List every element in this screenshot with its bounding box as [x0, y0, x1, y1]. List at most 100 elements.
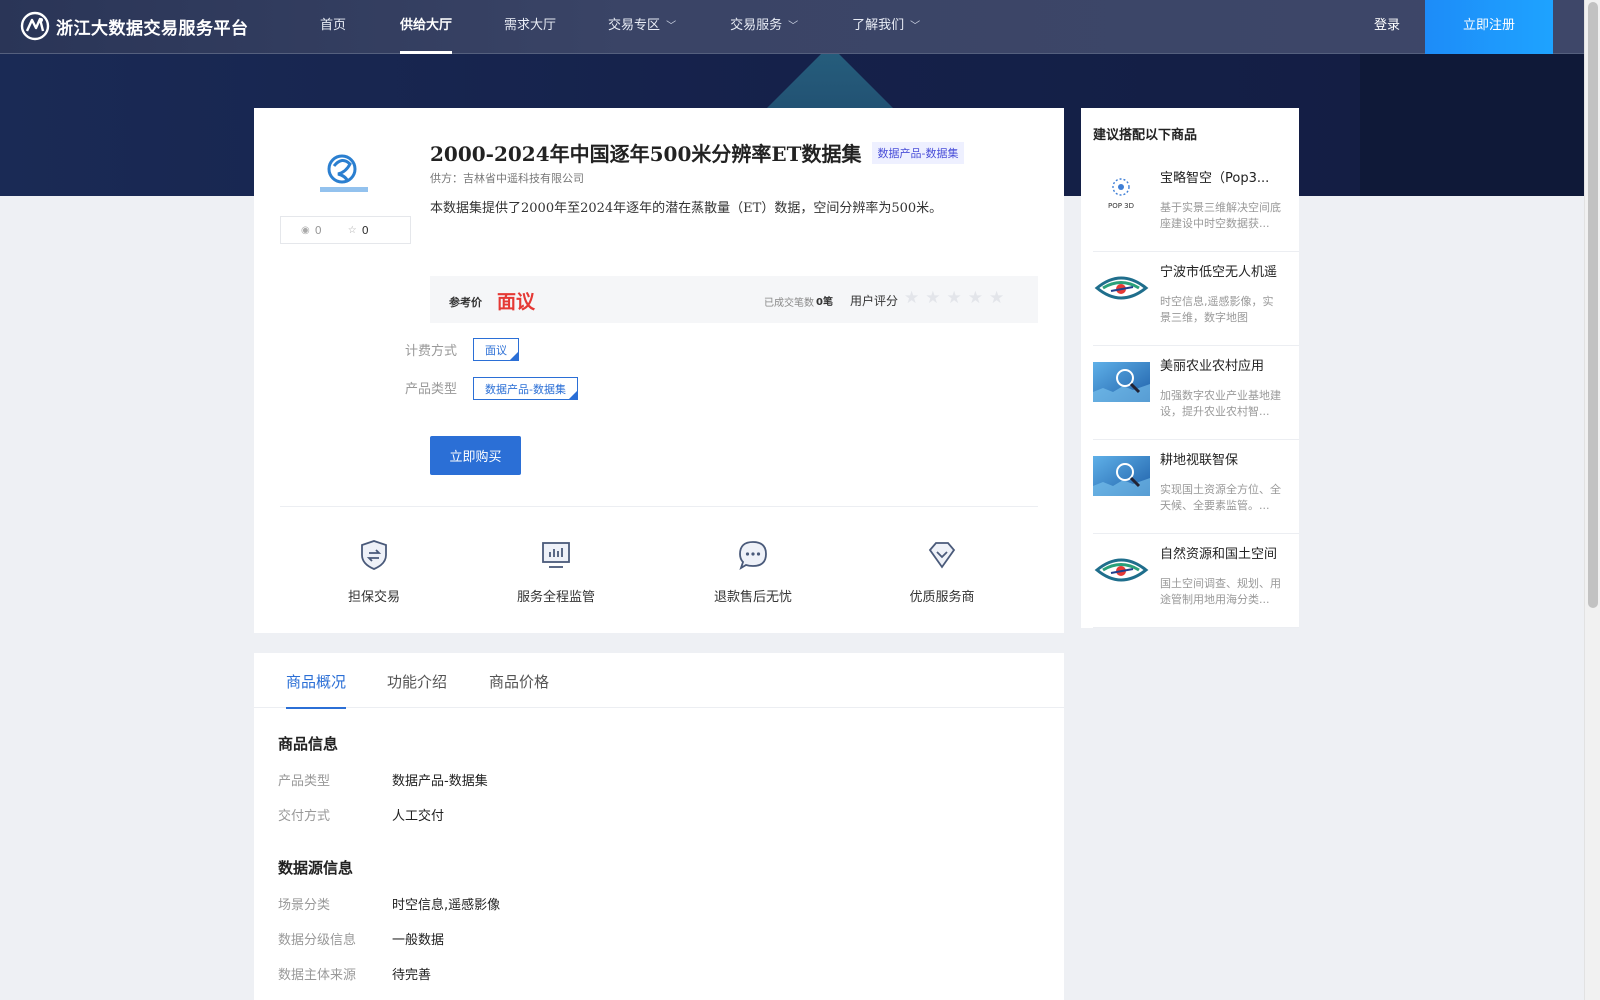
- monitor-chart-icon: [542, 542, 570, 568]
- recommend-item[interactable]: 宁波市低空无人机遥 时空信息,遥感影像，实景三维，数字地图: [1093, 252, 1299, 346]
- feature-guaranteed-trade: 担保交易: [314, 538, 434, 605]
- feature-label: 服务全程监管: [516, 590, 595, 605]
- recommend-item-desc: 时空信息,遥感影像，实景三维，数字地图: [1160, 295, 1274, 324]
- nav-trade-zone[interactable]: 交易专区 ﹀: [608, 0, 676, 54]
- info-value: 待完善: [392, 968, 432, 983]
- recommend-item-desc: 国土空间调查、规划、用途管制用地用海分类...: [1160, 577, 1281, 606]
- product-card: ◉ 0 ☆ 0 2000-2024年中国逐年500米分辨率ET数据集 数据产品-数据…: [254, 108, 1064, 633]
- site-name: 浙江大数据交易服务平台: [56, 18, 249, 39]
- nav-demand-hall-label: 需求大厅: [504, 18, 557, 33]
- scrollbar-thumb[interactable]: [1588, 2, 1598, 608]
- feature-label: 担保交易: [347, 590, 400, 605]
- logo-mark-icon: [20, 11, 50, 41]
- info-key: 交付方式: [278, 809, 331, 824]
- divider: [280, 506, 1038, 507]
- info-value: 数据产品-数据集: [392, 774, 488, 789]
- recommend-item-desc: 实现国土资源全方位、全天候、全要素监管。...: [1160, 483, 1281, 512]
- feature-refund-worry-free: 退款售后无忧: [693, 538, 813, 605]
- feature-full-supervision: 服务全程监管: [496, 538, 616, 605]
- nav-supply-hall-label: 供给大厅: [400, 18, 453, 33]
- views-value: 0: [314, 223, 322, 237]
- nav-demand-hall[interactable]: 需求大厅: [504, 0, 556, 54]
- deals-value: 0笔: [816, 297, 833, 308]
- type-label: 产品类型: [405, 382, 458, 397]
- recommend-item-name: 美丽农业农村应用: [1160, 359, 1265, 374]
- billing-option[interactable]: 面议: [473, 338, 519, 361]
- deals-label: 已成交笔数: [764, 298, 814, 309]
- page-scrollbar[interactable]: [1584, 0, 1600, 1000]
- recommend-item-name: 宁波市低空无人机遥: [1160, 265, 1278, 280]
- recommend-item-name: 耕地视联智保: [1160, 453, 1239, 468]
- pop3d-logo-icon: POP 3D: [1093, 174, 1150, 214]
- nav-supply-hall[interactable]: 供给大厅: [400, 0, 453, 54]
- magnifier-image-icon: [1093, 362, 1150, 402]
- favorites-count[interactable]: ☆ 0: [348, 224, 369, 237]
- favorites-value: 0: [361, 223, 369, 237]
- feature-quality-provider: 优质服务商: [882, 538, 1002, 605]
- rating-label: 用户评分: [850, 294, 899, 308]
- tab-pricing[interactable]: 商品价格: [489, 671, 549, 708]
- chevron-down-icon: ﹀: [788, 21, 799, 32]
- category-badge: 数据产品-数据集: [871, 141, 965, 164]
- recommend-item[interactable]: 耕地视联智保 实现国土资源全方位、全天候、全要素监管。...: [1093, 440, 1299, 534]
- nav-home-label: 首页: [320, 18, 347, 33]
- tab-features[interactable]: 功能介绍: [387, 671, 447, 708]
- detail-tabs: 商品概况 功能介绍 商品价格: [254, 653, 1064, 709]
- tab-overview[interactable]: 商品概况: [286, 671, 347, 709]
- product-detail-card: 商品概况 功能介绍 商品价格 商品信息 产品类型 数据产品-数据集 交付方式 人…: [254, 653, 1064, 1000]
- eye-logo-icon: [1093, 550, 1150, 590]
- chevron-down-icon: ﹀: [910, 21, 921, 32]
- feature-label: 优质服务商: [909, 590, 975, 605]
- top-nav-bar: 浙江大数据交易服务平台 首页 供给大厅 需求大厅 交易专区 ﹀ 交易服务 ﹀ 了解我…: [0, 0, 1584, 54]
- recommend-panel: 建议搭配以下商品 POP 3D 宝略智空（Pop3... 基于实景三维解决空间底…: [1081, 108, 1299, 628]
- product-title: 2000-2024年中国逐年500米分辨率ET数据集: [430, 142, 862, 166]
- chevron-down-icon: ﹀: [666, 21, 677, 32]
- eye-logo-icon: [1093, 268, 1150, 308]
- recommend-item-desc: 基于实景三维解决空间底座建设中时空数据获...: [1160, 201, 1281, 230]
- info-key: 数据分级信息: [278, 933, 357, 948]
- nav-trade-service-label: 交易服务: [730, 18, 783, 33]
- diamond-icon: [928, 542, 956, 569]
- star-outline-icon: ☆: [347, 224, 357, 236]
- section-title: 数据源信息: [278, 859, 354, 877]
- price-label: 参考价: [449, 296, 482, 309]
- billing-label: 计费方式: [405, 344, 458, 359]
- register-button[interactable]: 立即注册: [1425, 0, 1553, 54]
- magnifier-image-icon: [1093, 456, 1150, 496]
- feature-label: 退款售后无忧: [713, 590, 792, 605]
- site-logo[interactable]: 浙江大数据交易服务平台: [20, 11, 249, 41]
- info-value: 人工交付: [392, 809, 445, 824]
- main-nav: 首页 供给大厅 需求大厅 交易专区 ﹀ 交易服务 ﹀ 了解我们 ﹀: [320, 0, 920, 54]
- price-panel: 参考价 面议 已成交笔数 0笔 用户评分 ★★★★★: [430, 276, 1038, 323]
- info-key: 场景分类: [278, 898, 331, 913]
- nav-trade-zone-label: 交易专区: [608, 18, 661, 33]
- chat-bubble-icon: [739, 541, 767, 571]
- info-value: 一般数据: [392, 933, 445, 948]
- nav-home[interactable]: 首页: [320, 0, 346, 54]
- product-stats: ◉ 0 ☆ 0: [280, 216, 411, 244]
- info-value: 时空信息,遥感影像: [392, 898, 501, 913]
- nav-about-us-label: 了解我们: [852, 18, 905, 33]
- recommend-title: 建议搭配以下商品: [1093, 128, 1198, 143]
- pop3d-logo-text: POP 3D: [1108, 202, 1134, 210]
- supplier-name[interactable]: 供方：吉林省中遥科技有限公司: [430, 170, 584, 186]
- nav-trade-service[interactable]: 交易服务 ﹀: [730, 0, 798, 54]
- recommend-item[interactable]: POP 3D 宝略智空（Pop3... 基于实景三维解决空间底座建设中时空数据获…: [1093, 158, 1299, 252]
- section-title: 商品信息: [278, 735, 339, 753]
- product-description: 本数据集提供了2000年至2024年逐年的潜在蒸散量（ET）数据，空间分辨率为5…: [430, 201, 943, 216]
- login-link[interactable]: 登录: [1374, 0, 1400, 54]
- nav-about-us[interactable]: 了解我们 ﹀: [852, 0, 920, 54]
- recommend-item-name: 自然资源和国土空间: [1160, 547, 1278, 562]
- type-option[interactable]: 数据产品-数据集: [473, 377, 578, 400]
- rating-stars: ★★★★★: [904, 288, 1011, 308]
- recommend-item[interactable]: 美丽农业农村应用 加强数字农业产业基地建设，提升农业农村智...: [1093, 346, 1299, 440]
- buy-now-button[interactable]: 立即购买: [430, 436, 521, 475]
- supplier-logo-icon: [320, 154, 368, 192]
- info-key: 产品类型: [278, 774, 331, 789]
- recommend-item[interactable]: 自然资源和国土空间 国土空间调查、规划、用途管制用地用海分类...: [1093, 534, 1299, 628]
- info-key: 数据主体来源: [278, 968, 357, 983]
- product-title-row: 2000-2024年中国逐年500米分辨率ET数据集 数据产品-数据集: [430, 138, 965, 167]
- recommend-item-desc: 加强数字农业产业基地建设，提升农业农村智...: [1160, 389, 1281, 418]
- price-value: 面议: [497, 291, 536, 313]
- banner-decoration: [1360, 54, 1584, 196]
